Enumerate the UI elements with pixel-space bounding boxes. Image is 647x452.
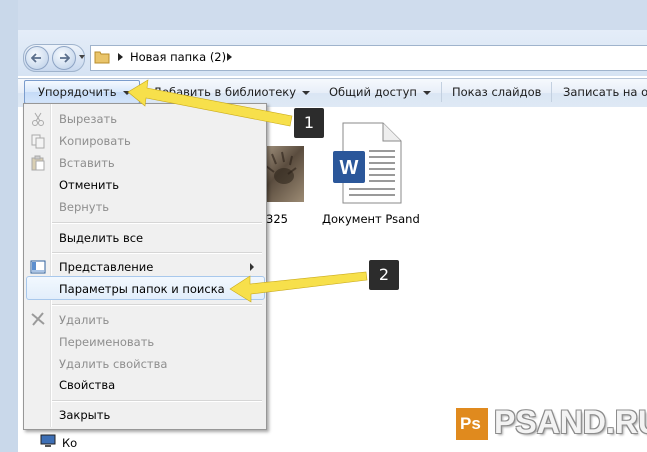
callout-arrows <box>127 79 368 303</box>
ps-logo-text: Ps <box>460 414 481 433</box>
ps-logo-square: Ps <box>454 406 490 442</box>
callout-arrow-1 <box>127 79 293 127</box>
psand-watermark: Ps PSAND.RU <box>454 402 647 448</box>
callout-arrow-2 <box>229 271 368 303</box>
watermark-text: PSAND.RU <box>494 404 647 440</box>
callout-badge-1: 1 <box>294 108 324 138</box>
callout-badge-2: 2 <box>369 260 399 290</box>
